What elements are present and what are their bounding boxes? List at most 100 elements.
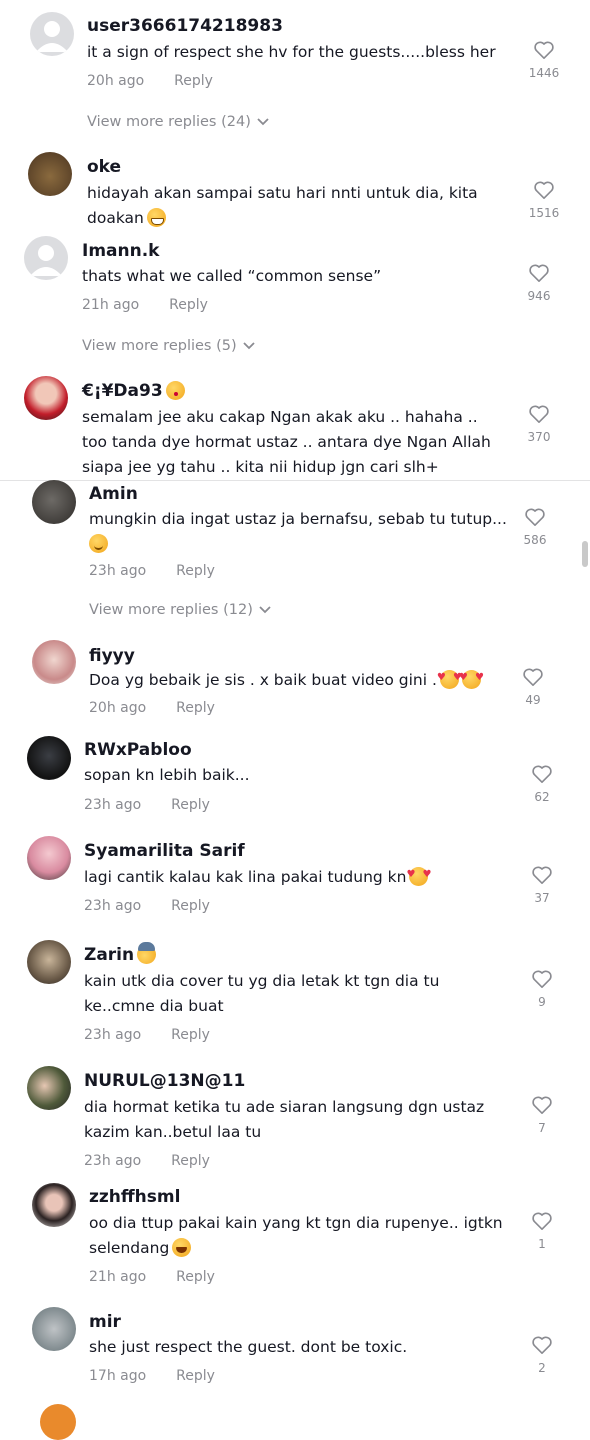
comment-username[interactable]: oke [87,157,121,177]
comment-meta: 21h ago Reply [82,297,208,313]
view-more-replies[interactable]: View more replies (5) [82,338,255,354]
like-control[interactable]: 9 [522,969,562,1009]
like-count: 1 [538,1237,546,1251]
avatar[interactable] [30,12,74,56]
heart-icon[interactable] [531,1335,553,1355]
reply-button[interactable]: Reply [176,1269,215,1285]
heart-icon[interactable] [533,40,555,60]
comment-text: oo dia ttup pakai kain yang kt tgn dia r… [89,1211,509,1261]
reply-button[interactable]: Reply [176,563,215,579]
comment-meta: 17h ago Reply [89,1368,215,1384]
comment-username[interactable]: zzhffhsml [89,1187,180,1207]
smiling-hearts-emoji-icon [459,665,484,690]
comment-text: she just respect the guest. dont be toxi… [89,1338,408,1356]
comment-meta: 23h ago Reply [84,1153,210,1169]
comment-text: hidayah akan sampai satu hari nnti untuk… [87,181,507,231]
comment-text: lagi cantik kalau kak lina pakai tudung … [84,862,504,890]
comment-time: 23h ago [89,563,147,579]
like-control[interactable]: 370 [519,404,559,444]
comment-username[interactable]: Syamarilita Sarif [84,841,245,861]
comment-username[interactable]: NURUL@13N@11 [84,1071,245,1091]
heart-icon[interactable] [531,1211,553,1231]
comment-username[interactable]: RWxPabloo [84,740,192,760]
avatar[interactable] [24,376,68,420]
like-count: 49 [525,693,541,707]
comment-text: mungkin dia ingat ustaz ja bernafsu, seb… [89,507,509,557]
comment-time: 23h ago [84,898,142,914]
view-more-replies[interactable]: View more replies (24) [87,114,269,130]
avatar[interactable] [27,836,71,880]
like-control[interactable]: 1516 [524,180,564,220]
heart-icon[interactable] [528,404,550,424]
heart-icon[interactable] [531,764,553,784]
comment-text: it a sign of respect she hv for the gues… [87,43,496,61]
avatar[interactable] [32,480,76,524]
chevron-down-icon [257,114,269,130]
avatar[interactable] [28,152,72,196]
heart-icon[interactable] [531,865,553,885]
smiling-hearts-emoji-icon [406,862,431,887]
comment-username[interactable]: Imann.k [82,241,159,261]
avatar[interactable] [40,1404,76,1440]
divider [0,480,590,481]
comment-username[interactable]: fiyyy [89,646,135,666]
comment-meta: 23h ago Reply [84,797,210,813]
scrollbar-thumb[interactable] [582,541,588,567]
like-control[interactable]: 1 [522,1211,562,1251]
comment-text: Doa yg bebaik je sis . x baik buat video… [89,665,509,693]
reply-button[interactable]: Reply [171,1027,210,1043]
like-control[interactable]: 1446 [524,40,564,80]
comment-text-content: oo dia ttup pakai kain yang kt tgn dia r… [89,1214,503,1257]
heart-icon[interactable] [533,180,555,200]
like-control[interactable]: 37 [522,865,562,905]
comment-username[interactable]: mir [89,1312,121,1332]
reply-button[interactable]: Reply [169,297,208,313]
reply-button[interactable]: Reply [171,898,210,914]
like-control[interactable]: 49 [513,667,553,707]
heart-icon[interactable] [531,969,553,989]
comment-time: 20h ago [87,73,145,89]
avatar[interactable] [27,940,71,984]
heart-icon[interactable] [531,1095,553,1115]
like-count: 62 [534,790,550,804]
like-control[interactable]: 7 [522,1095,562,1135]
avatar[interactable] [32,1183,76,1227]
comment-time: 23h ago [84,797,142,813]
comment-time: 17h ago [89,1368,147,1384]
view-more-replies[interactable]: View more replies (12) [89,602,271,618]
comment-username[interactable]: €¡¥Da93 [82,381,185,401]
like-count: 1446 [528,66,560,80]
like-control[interactable]: 62 [522,764,562,804]
like-count: 37 [534,891,550,905]
avatar[interactable] [27,736,71,780]
like-control[interactable]: 586 [515,507,555,547]
like-count: 370 [527,430,551,444]
comment-username[interactable]: Amin [89,484,138,504]
comment-username[interactable]: user3666174218983 [87,16,283,36]
comment-time: 23h ago [84,1027,142,1043]
reply-button[interactable]: Reply [176,700,215,716]
comment-text-content: Doa yg bebaik je sis . x baik buat video… [89,671,437,689]
reply-button[interactable]: Reply [171,797,210,813]
reply-button[interactable]: Reply [171,1153,210,1169]
reply-button[interactable]: Reply [174,73,213,89]
reply-button[interactable]: Reply [176,1368,215,1384]
username-text: €¡¥Da93 [82,381,163,401]
like-control[interactable]: 946 [519,263,559,303]
avatar[interactable] [27,1066,71,1110]
heart-icon[interactable] [528,263,550,283]
comment-text: thats what we called “common sense” [82,267,382,285]
avatar[interactable] [24,236,68,280]
comment-meta: 20h ago Reply [89,700,215,716]
username-text: Zarin [84,945,135,965]
relieved-emoji-icon [89,534,108,553]
like-count: 946 [527,289,551,303]
heart-icon[interactable] [522,667,544,687]
comment-text-content: hidayah akan sampai satu hari nnti untuk… [87,184,478,227]
like-control[interactable]: 2 [522,1335,562,1375]
heart-icon[interactable] [524,507,546,527]
view-more-label: View more replies (5) [82,338,237,354]
avatar[interactable] [32,1307,76,1351]
comment-username[interactable]: Zarin [84,942,157,965]
avatar[interactable] [32,640,76,684]
